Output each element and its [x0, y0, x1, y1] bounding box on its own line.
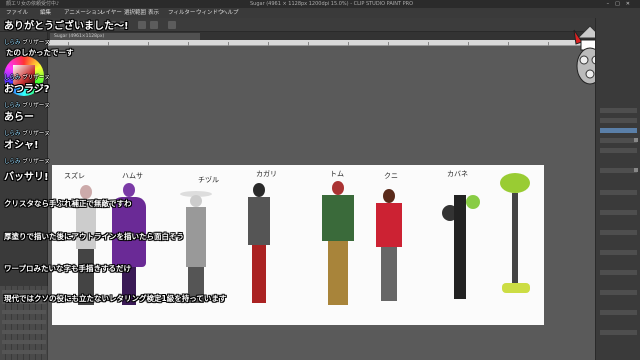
grid-icon[interactable] — [168, 21, 176, 29]
chat-message: オシャ! — [4, 140, 39, 151]
chat-author: しらみ ブリザーヌ — [4, 159, 50, 165]
character-tom — [320, 181, 356, 305]
character-name: カバネ — [447, 170, 468, 178]
palette-row[interactable] — [2, 310, 46, 314]
character-name: ハムサ — [122, 172, 143, 180]
character-chizuru — [180, 187, 212, 303]
layer-panel — [595, 18, 640, 360]
menu-item-view[interactable]: 表示 — [148, 8, 159, 18]
window-left-label: 顔エリ女の依頼受付中♪ — [6, 1, 60, 7]
character-kagari — [244, 183, 274, 303]
palette-row[interactable] — [2, 330, 46, 334]
palette-row[interactable] — [2, 340, 46, 344]
layer-row[interactable] — [600, 330, 637, 335]
layer-row[interactable] — [600, 190, 637, 195]
layer-visibility-icon[interactable] — [634, 138, 638, 142]
layer-row[interactable] — [600, 210, 637, 215]
character-name: スズレ — [64, 172, 85, 180]
layer-row[interactable] — [600, 138, 637, 143]
title-bar: 顔エリ女の依頼受付中♪ Sugar (4961 × 1128px 1200dpi… — [0, 0, 640, 8]
chat-message: おつラジ? — [4, 84, 50, 95]
canvas-tab-bar: Sugar (4961×1128px) — [48, 32, 595, 40]
snap-icon[interactable] — [138, 21, 146, 29]
menu-item-filter[interactable]: フィルター — [168, 8, 195, 18]
layer-row[interactable] — [600, 270, 637, 275]
layer-row[interactable] — [600, 250, 637, 255]
chat-message: たのしかったでーす — [6, 48, 74, 57]
maximize-icon[interactable]: □ — [615, 1, 626, 7]
layer-row[interactable] — [600, 148, 637, 153]
window-controls[interactable]: –□✕ — [607, 0, 636, 8]
menu-item-window[interactable]: ウィンドウ — [196, 8, 224, 18]
minimize-icon[interactable]: – — [607, 1, 616, 7]
layer-visibility-icon[interactable] — [634, 168, 638, 172]
close-icon[interactable]: ✕ — [626, 1, 636, 7]
character-name: トム — [330, 170, 344, 178]
window-title: Sugar (4961 × 1128px 1200dpi 15.0%) - CL… — [250, 1, 414, 7]
chat-author: しらみ ブリザーヌ — [4, 40, 50, 46]
layer-row[interactable] — [600, 230, 637, 235]
character-name: クニ — [384, 172, 398, 180]
chat-message: ワープロみたいな字も手描きするだけ — [4, 264, 132, 273]
layer-row[interactable] — [600, 118, 637, 123]
character-name: チヅル — [198, 176, 219, 184]
chat-message: あらー — [4, 112, 34, 123]
ruler-icon[interactable] — [150, 21, 158, 29]
menu-item-help[interactable]: ヘルプ — [222, 8, 239, 18]
chat-message: 現代ではクソの役にも立たないレタリング検定1級を持っています — [4, 294, 227, 303]
chat-message: 厚塗りで描いた後にアウトラインを描いたら面白そう — [4, 232, 184, 241]
layer-row[interactable] — [600, 168, 637, 173]
layer-row[interactable] — [600, 108, 637, 113]
character-name: カガリ — [256, 170, 277, 178]
layer-row[interactable] — [600, 310, 637, 315]
character-kabane — [436, 195, 482, 299]
layer-row[interactable] — [600, 290, 637, 295]
chat-message: ありがとうございました～! — [4, 21, 129, 32]
chat-message: クリスタなら手ぶれ補正で無敵ですわ — [4, 199, 132, 208]
character-creature — [492, 173, 538, 303]
chat-message: バッサリ! — [4, 172, 49, 183]
canvas-tab[interactable]: Sugar (4961×1128px) — [50, 33, 200, 40]
layer-row-selected[interactable] — [600, 128, 637, 133]
character-kuni — [372, 189, 406, 301]
palette-row[interactable] — [2, 320, 46, 324]
palette-row[interactable] — [2, 350, 46, 354]
